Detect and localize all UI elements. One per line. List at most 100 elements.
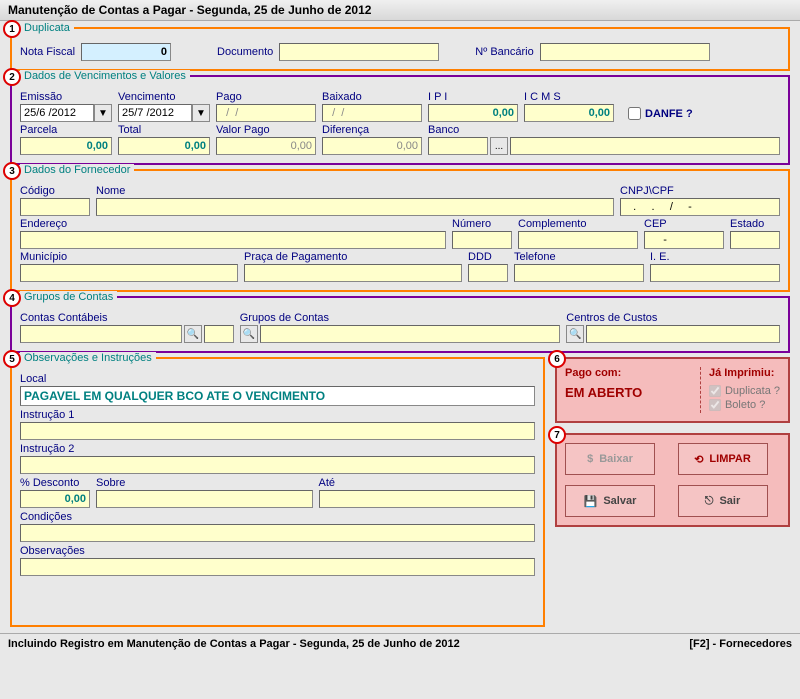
- cdc-lookup-button[interactable]: 🔍: [566, 325, 584, 343]
- estado-label: Estado: [730, 218, 780, 230]
- i1-label: Instrução 1: [20, 409, 535, 421]
- sair-button[interactable]: ⎋Sair: [678, 485, 768, 517]
- obs-label: Observações: [20, 545, 535, 557]
- save-icon: 💾: [584, 495, 598, 508]
- desc-label: % Desconto: [20, 477, 90, 489]
- compl-input[interactable]: [518, 231, 638, 249]
- ddd-input[interactable]: [468, 264, 508, 282]
- telefone-input[interactable]: [514, 264, 644, 282]
- compl-label: Complemento: [518, 218, 638, 230]
- i2-input[interactable]: [20, 456, 535, 474]
- badge-2: 2: [3, 68, 21, 86]
- banco-code-input[interactable]: [428, 137, 488, 155]
- ate-input[interactable]: [319, 490, 536, 508]
- pago-input[interactable]: [216, 104, 316, 122]
- emissao-dropdown[interactable]: ▼: [94, 104, 112, 122]
- banco-lookup-button[interactable]: ...: [490, 137, 508, 155]
- bol-checkbox: [709, 399, 721, 411]
- endereco-label: Endereço: [20, 218, 446, 230]
- group-vencimentos: 2 Dados de Vencimentos e Valores Emissão…: [10, 75, 790, 165]
- total-input[interactable]: [118, 137, 210, 155]
- legend-contas: Grupos de Contas: [20, 291, 117, 303]
- numero-input[interactable]: [452, 231, 512, 249]
- nbancario-input[interactable]: [540, 43, 710, 61]
- nota-fiscal-label: Nota Fiscal: [20, 46, 75, 58]
- ipi-input[interactable]: [428, 104, 518, 122]
- local-input[interactable]: [20, 386, 535, 406]
- danfe-label: DANFE ?: [645, 108, 693, 120]
- emissao-input[interactable]: [20, 104, 94, 122]
- documento-input[interactable]: [279, 43, 439, 61]
- cond-input[interactable]: [20, 524, 535, 542]
- dif-input[interactable]: [322, 137, 422, 155]
- nome-input[interactable]: [96, 198, 614, 216]
- buttons-panel: 7 $Baixar ⟲LIMPAR 💾Salvar ⎋Sair: [555, 433, 790, 527]
- pago-panel: 6 Pago com: EM ABERTO Já Imprimiu: Dupli…: [555, 357, 790, 423]
- pago-status: EM ABERTO: [565, 385, 690, 400]
- icms-input[interactable]: [524, 104, 614, 122]
- i1-input[interactable]: [20, 422, 535, 440]
- banco-label: Banco: [428, 124, 780, 136]
- vencimento-dropdown[interactable]: ▼: [192, 104, 210, 122]
- cc-lookup-button[interactable]: 🔍: [184, 325, 202, 343]
- gc-lookup-button[interactable]: 🔍: [240, 325, 258, 343]
- desc-input[interactable]: [20, 490, 90, 508]
- cc-input[interactable]: [20, 325, 182, 343]
- dup-label: Duplicata ?: [725, 385, 780, 397]
- cnpj-input[interactable]: [620, 198, 780, 216]
- praca-input[interactable]: [244, 264, 462, 282]
- gc-input[interactable]: [260, 325, 561, 343]
- sobre-input[interactable]: [96, 490, 313, 508]
- legend-duplicata: Duplicata: [20, 22, 74, 34]
- banco-desc-input[interactable]: [510, 137, 780, 155]
- total-label: Total: [118, 124, 210, 136]
- documento-label: Documento: [217, 46, 273, 58]
- cdc-input[interactable]: [586, 325, 780, 343]
- municipio-input[interactable]: [20, 264, 238, 282]
- ie-label: I. E.: [650, 251, 780, 263]
- baixar-label: Baixar: [599, 453, 633, 465]
- icms-label: I C M S: [524, 91, 614, 103]
- group-fornecedor: 3 Dados do Fornecedor Código Nome CNPJ\C…: [10, 169, 790, 292]
- exit-icon: ⎋: [705, 495, 714, 508]
- limpar-button[interactable]: ⟲ LIMPAR: [678, 443, 768, 475]
- numero-label: Número: [452, 218, 512, 230]
- dif-label: Diferença: [322, 124, 422, 136]
- baixar-button[interactable]: $Baixar: [565, 443, 655, 475]
- badge-7: 7: [548, 426, 566, 444]
- vpago-input[interactable]: [216, 137, 316, 155]
- vencimento-input[interactable]: [118, 104, 192, 122]
- danfe-checkbox-wrap[interactable]: DANFE ?: [628, 107, 693, 120]
- pago-label: Pago: [216, 91, 316, 103]
- cc-label: Contas Contábeis: [20, 312, 234, 324]
- i2-label: Instrução 2: [20, 443, 535, 455]
- main-content: 1 Duplicata Nota Fiscal Documento Nº Ban…: [0, 21, 800, 633]
- endereco-input[interactable]: [20, 231, 446, 249]
- badge-1: 1: [3, 20, 21, 38]
- codigo-input[interactable]: [20, 198, 90, 216]
- clear-icon: ⟲: [694, 453, 703, 466]
- cep-input[interactable]: [644, 231, 724, 249]
- danfe-checkbox[interactable]: [628, 107, 641, 120]
- obs-input[interactable]: [20, 558, 535, 576]
- cond-label: Condições: [20, 511, 535, 523]
- sobre-label: Sobre: [96, 477, 313, 489]
- status-left: Incluindo Registro em Manutenção de Cont…: [8, 638, 460, 650]
- baixado-input[interactable]: [322, 104, 422, 122]
- estado-input[interactable]: [730, 231, 780, 249]
- codigo-label: Código: [20, 185, 90, 197]
- status-right: [F2] - Fornecedores: [689, 638, 792, 650]
- bol-check-wrap: Boleto ?: [709, 399, 780, 411]
- vencimento-label: Vencimento: [118, 91, 210, 103]
- parcela-input[interactable]: [20, 137, 112, 155]
- ddd-label: DDD: [468, 251, 508, 263]
- baixado-label: Baixado: [322, 91, 422, 103]
- limpar-label: LIMPAR: [709, 453, 750, 465]
- imp-head: Já Imprimiu:: [709, 367, 780, 379]
- praca-label: Praça de Pagamento: [244, 251, 462, 263]
- cc-code-input[interactable]: [204, 325, 234, 343]
- nota-fiscal-input[interactable]: [81, 43, 171, 61]
- ipi-label: I P I: [428, 91, 518, 103]
- salvar-button[interactable]: 💾Salvar: [565, 485, 655, 517]
- ie-input[interactable]: [650, 264, 780, 282]
